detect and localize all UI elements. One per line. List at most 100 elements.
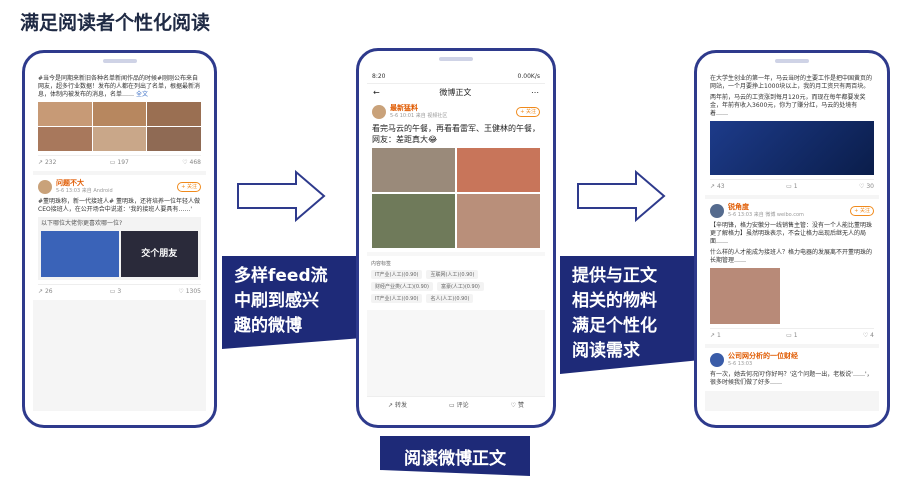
video-thumbnail[interactable] bbox=[41, 231, 119, 277]
post-username[interactable]: 锐角度 bbox=[728, 203, 804, 211]
detail-bottom-bar: ↗ 转发 ▭ 评论 ♡ 赞 bbox=[367, 396, 545, 411]
post-image[interactable] bbox=[147, 102, 201, 126]
related-post-3[interactable]: 公司网分析的一位财经 5-6 13:03 有一次，她去何况问'你好吗？'这个问题… bbox=[705, 348, 879, 391]
back-arrow-icon[interactable]: ← bbox=[373, 88, 380, 97]
related-post-2[interactable]: 锐角度 5-6 13:03 来自 微博 weibo.com + 关注 【辛明锋，… bbox=[705, 199, 879, 344]
post-meta: 5-6 13:03 bbox=[728, 361, 753, 367]
post-actions: ↗ 232 ▭ 197 ♡ 468 bbox=[38, 155, 201, 167]
phone-related: 在大学生创业的第一年，马云当时的主要工作是把中国黄页的网站，一个月要挣上1000… bbox=[694, 50, 890, 428]
like-count[interactable]: ♡ 468 bbox=[182, 159, 201, 167]
tag-row: IT产业(人工)(0.90) 名人(人工)(0.90) bbox=[371, 294, 541, 303]
post-actions: ↗ 1 ▭ 1 ♡ 4 bbox=[710, 328, 874, 340]
more-icon[interactable]: ⋯ bbox=[531, 88, 539, 97]
avatar[interactable] bbox=[38, 180, 52, 194]
follow-button[interactable]: + 关注 bbox=[516, 107, 540, 117]
like-count[interactable]: ♡ 30 bbox=[859, 183, 874, 191]
feed-post-2[interactable]: 问题不大 5-6 13:03 来自 Android + 关注 #董明珠称，新一代… bbox=[33, 175, 206, 300]
related-screen: 在大学生创业的第一年，马云当时的主要工作是把中国黄页的网站，一个月要挣上1000… bbox=[705, 71, 879, 411]
like-button[interactable]: ♡ 赞 bbox=[511, 400, 524, 409]
post-image[interactable] bbox=[372, 194, 455, 248]
content-tags: 内容标签 IT产业(人工)(0.90) 互联网(人工)(0.90) 财经产业类(人… bbox=[367, 256, 545, 310]
tag[interactable]: 互联网(人工)(0.90) bbox=[426, 270, 479, 279]
detail-screen: 8:20 0.00K/s ← 微博正文 ⋯ 最新猛料 5-6 10:01 来自 … bbox=[367, 69, 545, 411]
phone-speaker bbox=[102, 59, 137, 63]
follow-button[interactable]: + 关注 bbox=[177, 182, 201, 192]
nav-bar: ← 微博正文 ⋯ bbox=[367, 84, 545, 100]
video-thumbnail[interactable]: 交个朋友 bbox=[120, 231, 198, 277]
post-username[interactable]: 公司网分析的一位财经 bbox=[728, 352, 798, 360]
phone-speaker bbox=[439, 57, 473, 61]
like-count[interactable]: ♡ 4 bbox=[863, 332, 874, 340]
post-text: 在大学生创业的第一年，马云当时的主要工作是把中国黄页的网站，一个月要挣上1000… bbox=[710, 75, 873, 90]
right-arrow-icon bbox=[237, 169, 326, 223]
post-meta: 5-6 10:01 来自 视频社区 bbox=[390, 113, 448, 119]
label-related-material: 提供与正文 相关的物料 满足个性化 阅读需求 bbox=[560, 256, 702, 374]
post-image[interactable] bbox=[372, 148, 455, 192]
right-arrow-icon bbox=[577, 169, 666, 223]
post-detail: 最新猛料 5-6 10:01 来自 视频社区 + 关注 看完马云的午餐，再看看雷… bbox=[367, 100, 545, 252]
nav-title: 微博正文 bbox=[439, 87, 472, 97]
post-image[interactable] bbox=[92, 127, 147, 151]
post-actions: ↗ 43 ▭ 1 ♡ 30 bbox=[710, 179, 874, 191]
label-diverse-feed: 多样feed流 中刷到感兴 趣的微博 bbox=[222, 256, 364, 349]
feed-screen: #当今是同期来新旧各种名单新闻作品的时候#刚刚公布来自网友，超多行业数据！发布的… bbox=[33, 71, 206, 411]
repost-button[interactable]: ↗ 转发 bbox=[388, 400, 407, 409]
post-text: 什么样的人才能成为接班人？格力电器的发展离不开董明珠的长期管理…… bbox=[710, 249, 873, 264]
like-count[interactable]: ♡ 1305 bbox=[178, 288, 201, 296]
repost-count[interactable]: ↗ 26 bbox=[38, 288, 53, 296]
post-text: 【辛明锋，格力安徽分一线销售主管：没有一个人能比董明珠更了解格力】虽然明珠表示，… bbox=[710, 222, 873, 245]
post-header: 锐角度 5-6 13:03 来自 微博 weibo.com + 关注 bbox=[710, 203, 874, 219]
comment-count[interactable]: ▭ 197 bbox=[110, 159, 129, 167]
post-image[interactable] bbox=[710, 121, 874, 175]
post-actions: ↗ 26 ▭ 3 ♡ 1305 bbox=[38, 284, 201, 296]
comment-count[interactable]: ▭ 3 bbox=[110, 288, 121, 296]
post-image-grid bbox=[372, 148, 540, 248]
post-text: #当今是同期来新旧各种名单新闻作品的时候#刚刚公布来自网友，超多行业数据！发布的… bbox=[38, 75, 201, 98]
status-bar: 8:20 0.00K/s bbox=[367, 69, 545, 84]
post-header: 问题不大 5-6 13:03 来自 Android + 关注 bbox=[38, 179, 201, 195]
feed-post-1[interactable]: #当今是同期来新旧各种名单新闻作品的时候#刚刚公布来自网友，超多行业数据！发布的… bbox=[33, 71, 206, 171]
repost-count[interactable]: ↗ 232 bbox=[38, 159, 56, 167]
tags-title: 内容标签 bbox=[371, 261, 392, 267]
post-image[interactable] bbox=[457, 194, 540, 248]
avatar[interactable] bbox=[710, 353, 724, 367]
poll-question: 以下哪位大佬你更喜欢哪一位? bbox=[41, 220, 123, 227]
comment-button[interactable]: ▭ 评论 bbox=[449, 400, 469, 409]
repost-count[interactable]: ↗ 43 bbox=[710, 183, 725, 191]
post-meta: 5-6 13:03 来自 Android bbox=[56, 188, 113, 194]
phone-speaker bbox=[775, 59, 809, 63]
post-text: 有一次，她去何况问'你好吗？'这个问题一出，老板说'……'，很多时候我们做了好多… bbox=[710, 371, 873, 386]
tag[interactable]: 富豪(人工)(0.90) bbox=[436, 282, 484, 291]
avatar[interactable] bbox=[710, 204, 724, 218]
repost-count[interactable]: ↗ 1 bbox=[710, 332, 721, 340]
phone-detail: 8:20 0.00K/s ← 微博正文 ⋯ 最新猛料 5-6 10:01 来自 … bbox=[356, 48, 556, 428]
label-read-detail: 阅读微博正文 bbox=[380, 436, 530, 476]
tag-row: IT产业(人工)(0.90) 互联网(人工)(0.90) bbox=[371, 270, 541, 279]
avatar[interactable] bbox=[372, 105, 386, 119]
post-meta: 5-6 13:03 来自 微博 weibo.com bbox=[728, 212, 804, 218]
video-row: 交个朋友 bbox=[41, 231, 198, 277]
post-username[interactable]: 问题不大 bbox=[56, 179, 113, 187]
follow-button[interactable]: + 关注 bbox=[850, 206, 874, 216]
post-image[interactable] bbox=[147, 127, 201, 151]
post-text: #董明珠称，新一代接班人# 董明珠，还将培养一位年轻人做CEO接班人，在公开场合… bbox=[38, 198, 200, 213]
tag[interactable]: 财经产业类(人工)(0.90) bbox=[371, 282, 433, 291]
comment-count[interactable]: ▭ 1 bbox=[786, 183, 797, 191]
post-image[interactable] bbox=[710, 268, 780, 324]
poll-box[interactable]: 以下哪位大佬你更喜欢哪一位? 交个朋友 bbox=[38, 217, 201, 280]
post-username[interactable]: 最新猛料 bbox=[390, 104, 447, 112]
related-post-1[interactable]: 在大学生创业的第一年，马云当时的主要工作是把中国黄页的网站，一个月要挣上1000… bbox=[705, 71, 879, 195]
post-image[interactable] bbox=[92, 102, 147, 126]
post-image[interactable] bbox=[38, 102, 92, 126]
post-header: 最新猛料 5-6 10:01 来自 视频社区 + 关注 bbox=[372, 104, 540, 120]
tag[interactable]: 名人(人工)(0.90) bbox=[426, 294, 474, 303]
post-text: 两年前，马云的工资涨到每月120元，而现在每年都要发奖金，年前有收入3600元，… bbox=[710, 94, 866, 117]
page-title: 满足阅读者个性化阅读 bbox=[20, 12, 211, 34]
post-header: 公司网分析的一位财经 5-6 13:03 bbox=[710, 352, 874, 368]
post-text: 看完马云的午餐，再看看雷军、王健林的午餐，网友：差距真大😂 bbox=[372, 124, 540, 144]
post-image[interactable] bbox=[457, 148, 540, 192]
post-image[interactable] bbox=[38, 127, 92, 151]
tag[interactable]: IT产业(人工)(0.90) bbox=[371, 270, 423, 279]
tag[interactable]: IT产业(人工)(0.90) bbox=[371, 294, 423, 303]
comment-count[interactable]: ▭ 1 bbox=[786, 332, 797, 340]
